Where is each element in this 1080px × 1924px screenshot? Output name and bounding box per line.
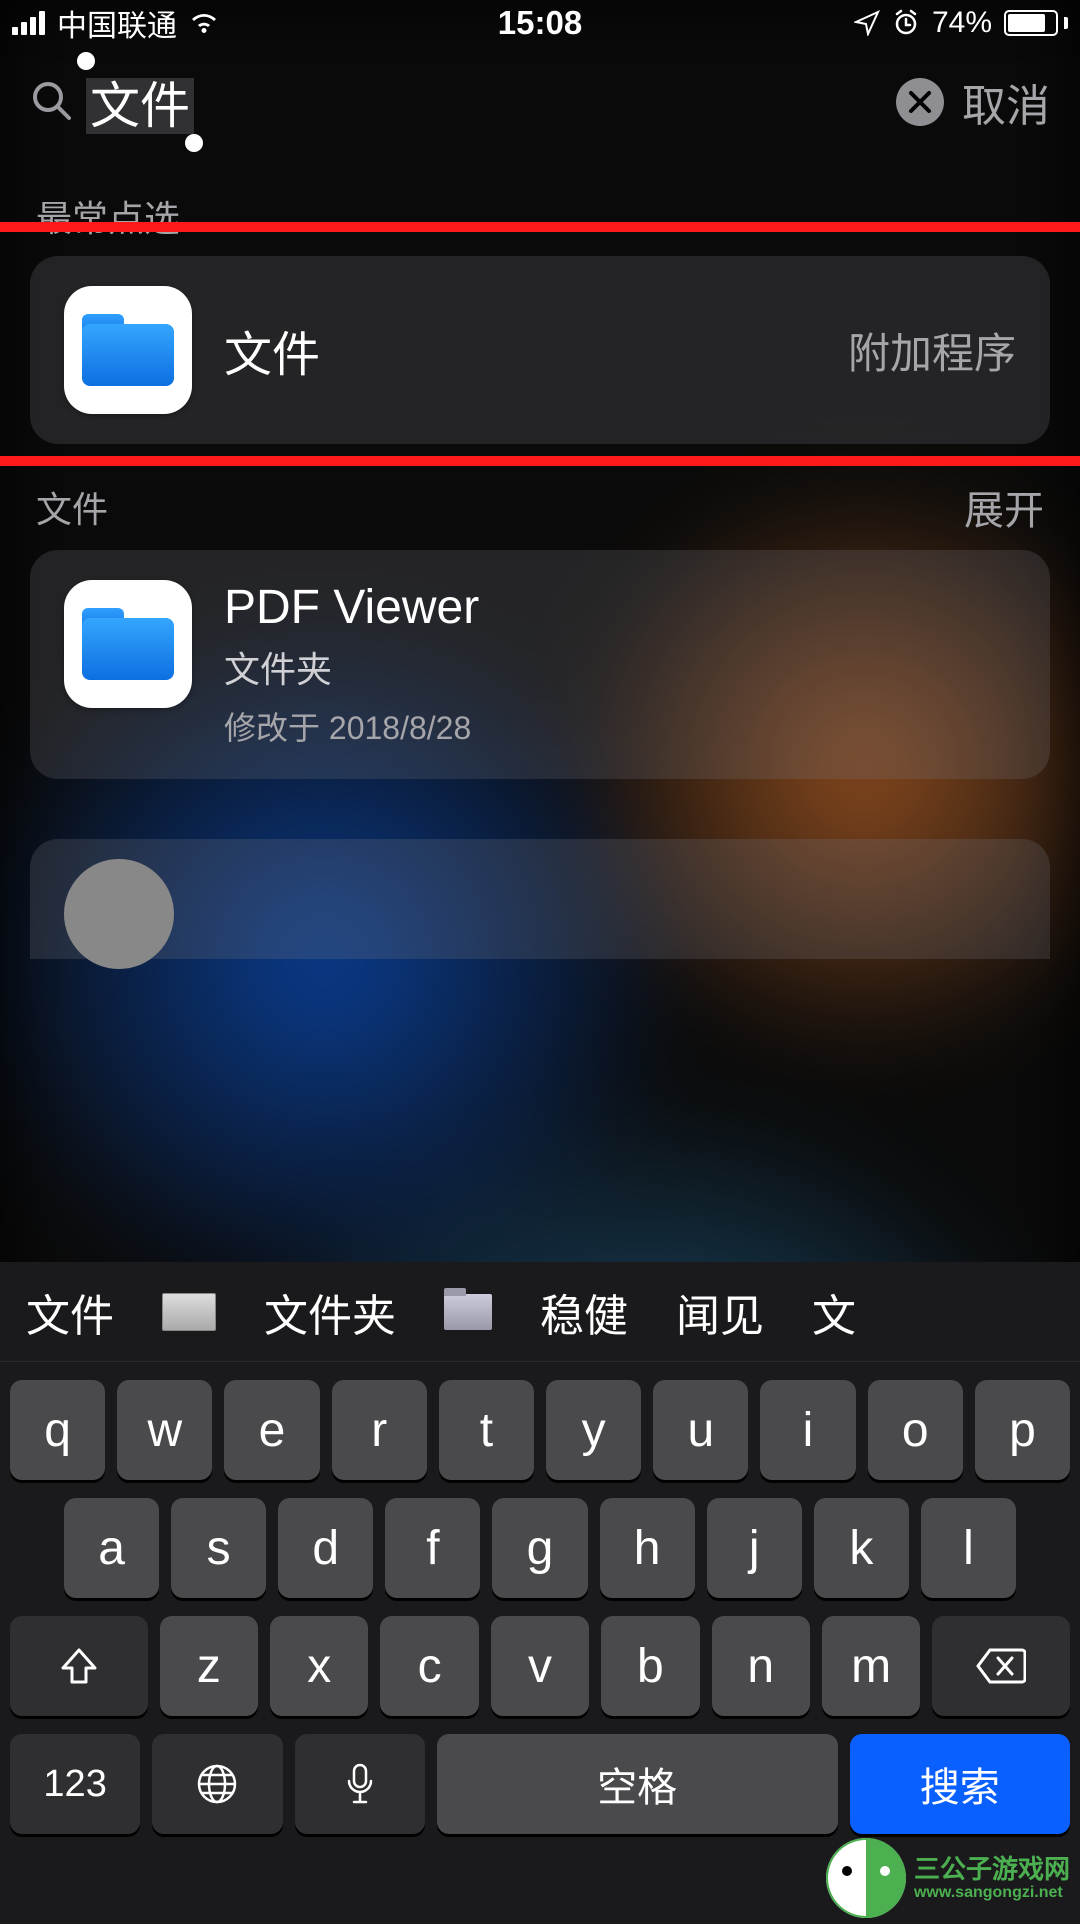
- signal-icon: [12, 11, 45, 35]
- candidate[interactable]: 稳健: [540, 1280, 628, 1344]
- cancel-button[interactable]: 取消: [962, 70, 1050, 134]
- section-title: 最常点选: [36, 190, 180, 242]
- numbers-key[interactable]: 123: [10, 1734, 140, 1834]
- section-header-tophits: 最常点选: [30, 156, 1050, 256]
- selection-handle-start[interactable]: [77, 52, 95, 70]
- key-x[interactable]: x: [270, 1616, 368, 1716]
- folder-icon[interactable]: [444, 1294, 492, 1330]
- result-title: 文件: [224, 315, 816, 385]
- status-bar: 中国联通 15:08 74%: [0, 0, 1080, 46]
- key-b[interactable]: b: [601, 1616, 699, 1716]
- microphone-icon: [346, 1763, 374, 1805]
- battery-percentage: 74%: [932, 6, 992, 40]
- result-meta: 修改于 2018/8/28: [224, 703, 1016, 749]
- alarm-icon: [892, 9, 920, 37]
- search-field[interactable]: 文件: [30, 66, 878, 138]
- candidate[interactable]: 闻见: [676, 1280, 764, 1344]
- key-l[interactable]: l: [921, 1498, 1016, 1598]
- document-icon[interactable]: [162, 1293, 216, 1331]
- candidate-bar: 文件 文件夹 稳健 闻见 文: [0, 1262, 1080, 1362]
- result-title: PDF Viewer: [224, 580, 1016, 635]
- key-row-3: z x c v b n m: [0, 1598, 1080, 1716]
- avatar-icon: [64, 859, 174, 969]
- clear-search-button[interactable]: [896, 78, 944, 126]
- result-category: 附加程序: [848, 320, 1016, 381]
- result-app-files[interactable]: 文件 附加程序: [30, 256, 1050, 444]
- results-content: 最常点选 文件 附加程序 文件 展开 PDF Viewer 文件夹 修改于 20…: [0, 156, 1080, 959]
- candidate[interactable]: 文件: [26, 1280, 114, 1344]
- key-o[interactable]: o: [868, 1380, 963, 1480]
- result-subtitle: 文件夹: [224, 641, 1016, 693]
- watermark-url: www.sangongzi.net: [914, 1884, 1070, 1902]
- expand-button[interactable]: 展开: [964, 478, 1044, 536]
- search-input[interactable]: 文件: [86, 66, 194, 138]
- search-input-text: 文件: [86, 78, 194, 134]
- section-header-files: 文件 展开: [30, 444, 1050, 550]
- key-row-1: q w e r t y u i o p: [0, 1362, 1080, 1480]
- globe-icon: [196, 1763, 238, 1805]
- section-title: 文件: [36, 481, 108, 533]
- close-icon: [907, 89, 933, 115]
- files-app-icon: [64, 286, 192, 414]
- backspace-icon: [976, 1648, 1026, 1684]
- key-c[interactable]: c: [380, 1616, 478, 1716]
- selection-handle-end[interactable]: [185, 134, 203, 152]
- wifi-icon: [189, 11, 219, 35]
- folder-icon: [82, 608, 174, 680]
- key-m[interactable]: m: [822, 1616, 920, 1716]
- key-w[interactable]: w: [117, 1380, 212, 1480]
- key-q[interactable]: q: [10, 1380, 105, 1480]
- key-y[interactable]: y: [546, 1380, 641, 1480]
- dictation-key[interactable]: [295, 1734, 425, 1834]
- watermark: 三公子游戏网 www.sangongzi.net: [826, 1838, 1070, 1918]
- key-z[interactable]: z: [160, 1616, 258, 1716]
- result-file-pdfviewer[interactable]: PDF Viewer 文件夹 修改于 2018/8/28: [30, 550, 1050, 779]
- carrier-label: 中国联通: [57, 1, 177, 45]
- key-j[interactable]: j: [707, 1498, 802, 1598]
- key-n[interactable]: n: [712, 1616, 810, 1716]
- key-h[interactable]: h: [600, 1498, 695, 1598]
- key-t[interactable]: t: [439, 1380, 534, 1480]
- watermark-logo-icon: [826, 1838, 906, 1918]
- key-k[interactable]: k: [814, 1498, 909, 1598]
- candidate[interactable]: 文件夹: [264, 1280, 396, 1344]
- key-a[interactable]: a: [64, 1498, 159, 1598]
- space-key[interactable]: 空格: [437, 1734, 838, 1834]
- shift-key[interactable]: [10, 1616, 148, 1716]
- key-f[interactable]: f: [385, 1498, 480, 1598]
- files-app-icon: [64, 580, 192, 708]
- globe-key[interactable]: [152, 1734, 282, 1834]
- key-v[interactable]: v: [491, 1616, 589, 1716]
- key-g[interactable]: g: [492, 1498, 587, 1598]
- key-r[interactable]: r: [332, 1380, 427, 1480]
- backspace-key[interactable]: [932, 1616, 1070, 1716]
- key-s[interactable]: s: [171, 1498, 266, 1598]
- clock: 15:08: [498, 4, 582, 42]
- key-e[interactable]: e: [224, 1380, 319, 1480]
- key-row-4: 123 空格 搜索: [0, 1716, 1080, 1834]
- key-d[interactable]: d: [278, 1498, 373, 1598]
- location-icon: [854, 10, 880, 36]
- shift-icon: [59, 1646, 99, 1686]
- key-i[interactable]: i: [760, 1380, 855, 1480]
- key-p[interactable]: p: [975, 1380, 1070, 1480]
- key-row-2: a s d f g h j k l: [0, 1480, 1080, 1598]
- search-key[interactable]: 搜索: [850, 1734, 1070, 1834]
- watermark-name: 三公子游戏网: [914, 1855, 1070, 1884]
- search-row: 文件 取消: [0, 46, 1080, 156]
- result-partial[interactable]: [30, 839, 1050, 959]
- candidate[interactable]: 文: [812, 1280, 856, 1344]
- key-u[interactable]: u: [653, 1380, 748, 1480]
- search-icon: [30, 79, 72, 126]
- folder-icon: [82, 314, 174, 386]
- keyboard: 文件 文件夹 稳健 闻见 文 q w e r t y u i o p a s d…: [0, 1262, 1080, 1924]
- battery-icon: [1004, 10, 1068, 36]
